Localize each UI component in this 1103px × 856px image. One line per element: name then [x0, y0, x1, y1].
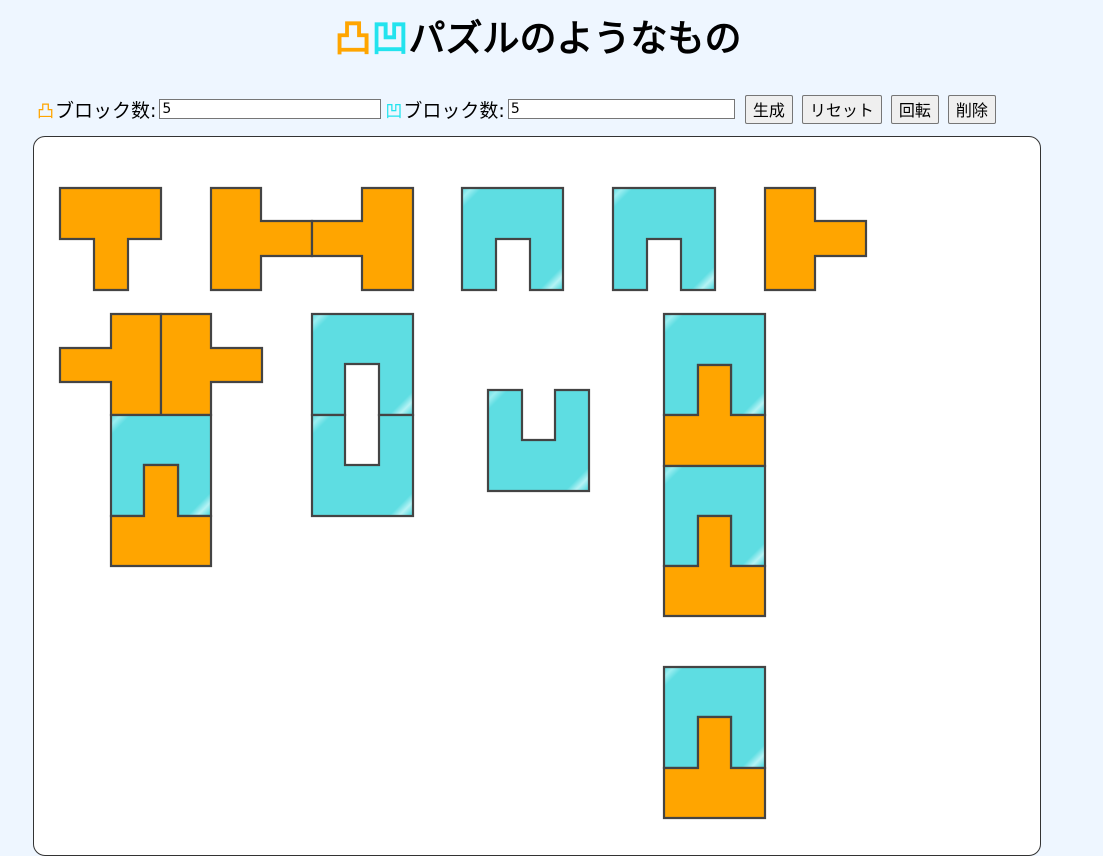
puzzle-canvas[interactable]	[34, 137, 1041, 856]
convex-piece[interactable]	[209, 186, 314, 292]
concave-count-input[interactable]	[507, 99, 735, 119]
convex-piece[interactable]	[310, 186, 415, 292]
concave-piece[interactable]	[310, 413, 415, 518]
convex-piece[interactable]	[58, 186, 163, 292]
concave-block-icon: 凹	[385, 101, 403, 122]
delete-button[interactable]: 削除	[947, 94, 996, 124]
puzzle-board[interactable]	[33, 136, 1041, 856]
toolbar: 凸 ブロック数: 凹 ブロック数: 生成 リセット 回転 削除	[37, 94, 1005, 124]
convex-piece[interactable]	[58, 312, 163, 417]
convex-count-label: ブロック数:	[55, 99, 157, 122]
concave-piece[interactable]	[611, 186, 717, 292]
convex-piece[interactable]	[159, 312, 264, 417]
concave-piece[interactable]	[486, 388, 591, 493]
generate-button[interactable]: 生成	[744, 94, 793, 124]
concave-piece[interactable]	[460, 186, 565, 292]
title-text: パズルのようなもの	[408, 17, 742, 60]
concave-block-icon: 凹	[371, 17, 409, 60]
concave-count-label: ブロック数:	[403, 99, 505, 122]
convex-piece[interactable]	[763, 186, 868, 292]
reset-button[interactable]: リセット	[801, 94, 882, 124]
concave-piece[interactable]	[310, 312, 415, 417]
convex-count-input[interactable]	[159, 99, 382, 119]
convex-block-icon: 凸	[334, 17, 372, 60]
rotate-button[interactable]: 回転	[890, 94, 939, 124]
convex-block-icon: 凸	[37, 101, 54, 122]
page-title: 凸凹パズルのようなもの	[0, 14, 1076, 64]
